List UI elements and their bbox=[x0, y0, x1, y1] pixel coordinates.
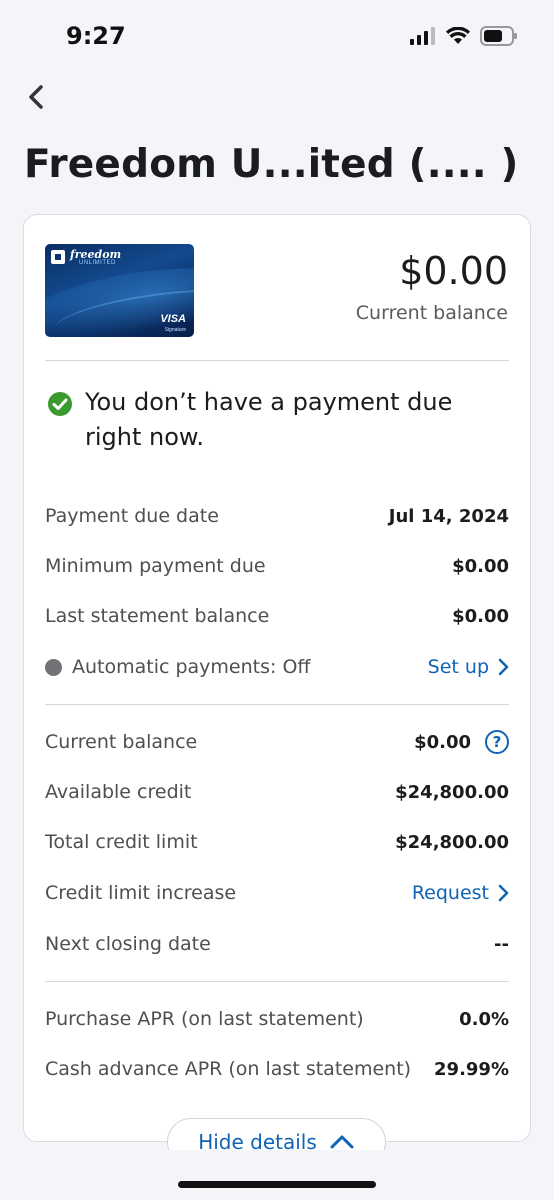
row-value: $24,800.00 bbox=[395, 831, 509, 853]
card-network-text: VISA bbox=[160, 313, 186, 325]
row-value: Jul 14, 2024 bbox=[388, 505, 509, 527]
chevron-right-icon bbox=[498, 658, 509, 676]
row-label: Payment due date bbox=[45, 505, 219, 527]
bank-logo-icon bbox=[51, 250, 65, 264]
help-circle-icon[interactable]: ? bbox=[485, 730, 509, 754]
request-credit-increase-link[interactable]: Request bbox=[412, 882, 509, 904]
status-icons bbox=[410, 26, 518, 46]
row-label: Minimum payment due bbox=[45, 555, 266, 577]
cash-advance-apr-row: Cash advance APR (on last statement) 29.… bbox=[45, 1054, 509, 1084]
credit-card-image: freedom UNLIMITED VISA Signature bbox=[45, 244, 194, 337]
set-up-autopay-link[interactable]: Set up bbox=[428, 656, 509, 678]
link-label: Set up bbox=[427, 656, 489, 678]
row-value: -- bbox=[494, 933, 509, 955]
wifi-icon bbox=[446, 27, 470, 44]
credit-limit-increase-row: Credit limit increase Request bbox=[45, 878, 509, 908]
status-dot-icon bbox=[45, 658, 62, 676]
next-closing-date-row: Next closing date -- bbox=[45, 929, 509, 959]
payment-due-date-row: Payment due date Jul 14, 2024 bbox=[45, 501, 509, 531]
row-label: Total credit limit bbox=[45, 831, 198, 853]
available-credit-row: Available credit $24,800.00 bbox=[45, 777, 509, 807]
back-button[interactable] bbox=[22, 82, 52, 112]
status-time: 9:27 bbox=[66, 22, 126, 50]
chevron-up-icon bbox=[330, 1135, 354, 1149]
row-value: $0.00 bbox=[452, 555, 509, 577]
check-circle-icon bbox=[48, 392, 72, 416]
home-indicator[interactable] bbox=[178, 1181, 376, 1188]
row-value: $0.00 bbox=[452, 605, 509, 627]
divider bbox=[45, 704, 509, 705]
page-title: Freedom U...ited (.... ) bbox=[24, 142, 519, 187]
bottom-fade bbox=[0, 1150, 554, 1200]
row-value: 0.0% bbox=[459, 1008, 509, 1030]
purchase-apr-row: Purchase APR (on last statement) 0.0% bbox=[45, 1004, 509, 1034]
chevron-left-icon bbox=[29, 85, 43, 109]
current-balance-row: Current balance $0.00 ? bbox=[45, 727, 509, 757]
row-label: Last statement balance bbox=[45, 605, 270, 627]
automatic-payments-row: Automatic payments: Off Set up bbox=[45, 652, 509, 682]
signal-icon bbox=[410, 27, 435, 45]
minimum-payment-row: Minimum payment due $0.00 bbox=[45, 551, 509, 581]
card-network-sub-text: Signature bbox=[164, 327, 186, 333]
total-credit-limit-row: Total credit limit $24,800.00 bbox=[45, 827, 509, 857]
row-label: Available credit bbox=[45, 781, 192, 803]
row-label: Cash advance APR (on last statement) bbox=[45, 1058, 412, 1080]
battery-icon bbox=[480, 26, 517, 46]
row-label: Next closing date bbox=[45, 933, 211, 955]
last-statement-balance-row: Last statement balance $0.00 bbox=[45, 601, 509, 631]
row-label: Automatic payments: Off bbox=[72, 656, 311, 678]
row-value: $24,800.00 bbox=[395, 781, 509, 803]
row-value: $0.00 bbox=[414, 731, 471, 753]
status-bar: 9:27 bbox=[0, 0, 554, 70]
balance-amount: $0.00 bbox=[399, 249, 508, 293]
row-label: Current balance bbox=[45, 731, 198, 753]
divider bbox=[45, 981, 509, 982]
chevron-right-icon bbox=[498, 884, 509, 902]
account-details-card: freedom UNLIMITED VISA Signature $0.00 C… bbox=[23, 214, 531, 1142]
divider bbox=[45, 360, 509, 361]
payment-notice: You don’t have a payment due right now. bbox=[85, 388, 453, 451]
row-label: Purchase APR (on last statement) bbox=[45, 1008, 364, 1030]
row-label: Credit limit increase bbox=[45, 882, 237, 904]
card-sub-brand-text: UNLIMITED bbox=[79, 260, 116, 266]
row-value: 29.99% bbox=[434, 1058, 509, 1080]
balance-label: Current balance bbox=[355, 302, 508, 324]
link-label: Request bbox=[411, 882, 489, 904]
